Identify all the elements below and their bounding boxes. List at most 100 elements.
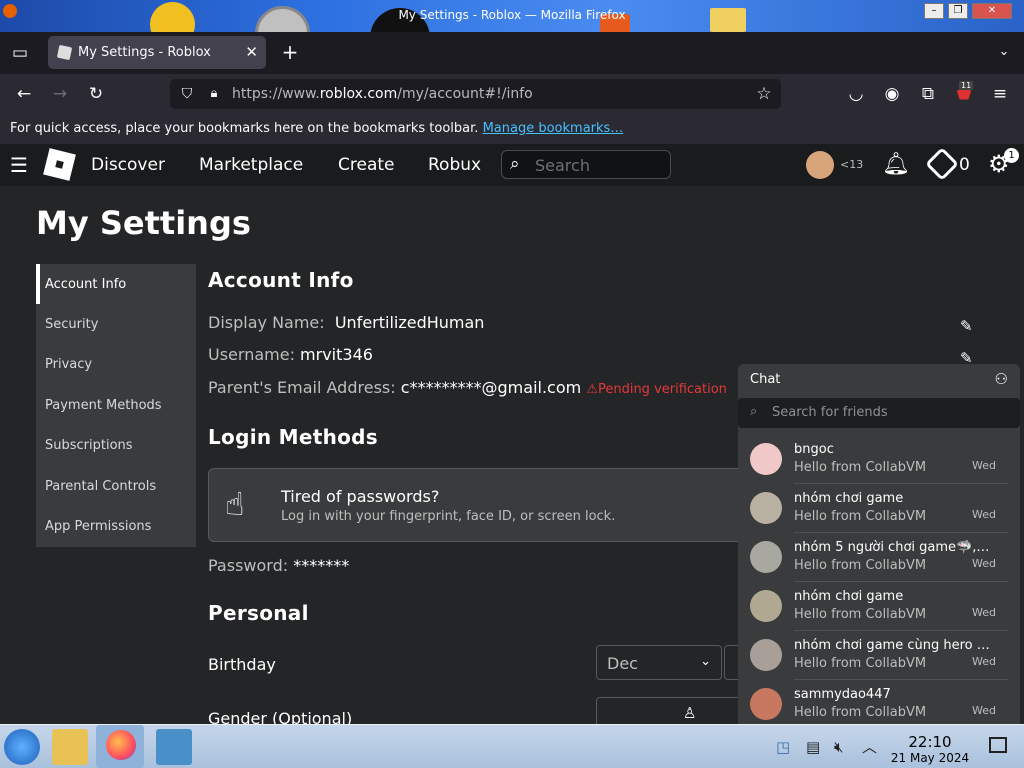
tab-bar: ▭ My Settings - Roblox ✕ + ⌄ <box>0 32 1024 74</box>
page-title: My Settings <box>36 204 251 242</box>
personal-heading: Personal <box>208 601 309 625</box>
app-menu-icon[interactable]: ≡ <box>989 85 1011 103</box>
file-explorer-icon[interactable] <box>52 729 88 765</box>
avatar[interactable] <box>806 151 834 179</box>
group-avatar <box>750 541 782 573</box>
birthday-month-value: Dec <box>607 654 638 673</box>
maximize-button[interactable]: ❐ <box>948 3 968 19</box>
back-button[interactable]: ← <box>13 85 35 103</box>
nav-create[interactable]: Create <box>338 155 395 175</box>
bookmark-star-icon[interactable]: ☆ <box>753 85 775 103</box>
clock[interactable]: 22:10 21 May 2024 <box>880 733 980 765</box>
close-window-button[interactable]: ✕ <box>972 3 1012 19</box>
forward-button[interactable]: → <box>49 85 71 103</box>
chat-item[interactable]: sammydao447 Hello from CollabVM Wed <box>738 680 1020 724</box>
control-panel-icon[interactable] <box>156 729 192 765</box>
chat-search-placeholder: Search for friends <box>772 405 888 420</box>
settings-badge: 1 <box>1004 148 1019 163</box>
roblox-search-input[interactable]: ⌕ Search <box>501 150 671 179</box>
roblox-logo-icon[interactable] <box>43 148 76 181</box>
window-titlebar: My Settings - Roblox — Mozilla Firefox –… <box>0 0 1024 32</box>
roblox-favicon-icon <box>56 44 73 61</box>
chat-panel: Chat ⚇ ⌕ Search for friends bngoc Hello … <box>738 364 1020 724</box>
group-avatar <box>750 590 782 622</box>
search-icon: ⌕ <box>510 154 520 174</box>
clipboard-icon[interactable]: ▤ <box>806 738 820 756</box>
menu-item-privacy[interactable]: Privacy <box>45 357 92 372</box>
menu-item-app-permissions[interactable]: App Permissions <box>45 519 151 534</box>
lock-icon[interactable]: 🔒︎ <box>203 85 225 103</box>
manage-bookmarks-link[interactable]: Manage bookmarks… <box>483 121 624 136</box>
chat-item[interactable]: nhóm chơi game Hello from CollabVM Wed <box>738 582 1020 631</box>
clock-time: 22:10 <box>908 733 952 751</box>
network-icon[interactable]: ◳ <box>776 738 790 756</box>
passkey-prompt[interactable]: ☝ Tired of passwords? Log in with your f… <box>208 468 768 542</box>
birthday-month-select[interactable]: Dec ⌄ <box>596 645 722 680</box>
bookmarks-message: For quick access, place your bookmarks h… <box>10 121 624 136</box>
menu-item-security[interactable]: Security <box>45 317 98 332</box>
chevron-up-icon[interactable]: ︿ <box>862 736 877 757</box>
notifications-bell-icon[interactable]: 🔔︎ <box>882 152 910 177</box>
start-button[interactable] <box>4 729 40 765</box>
search-icon: ⌕ <box>750 404 758 419</box>
menu-item-parental-controls[interactable]: Parental Controls <box>45 479 156 494</box>
account-icon[interactable]: ◉ <box>881 85 903 103</box>
firefox-view-icon[interactable]: ▭ <box>9 44 31 62</box>
login-methods-heading: Login Methods <box>208 425 378 449</box>
group-avatar <box>750 492 782 524</box>
volume-muted-icon[interactable]: 🔇︎ <box>834 738 843 756</box>
url-bar[interactable]: ⛉ 🔒︎ https://www.roblox.com/my/account#!… <box>170 79 781 109</box>
chat-item[interactable]: nhóm chơi game cùng hero te... Hello fro… <box>738 631 1020 680</box>
avatar <box>750 443 782 475</box>
close-tab-icon[interactable]: ✕ <box>245 43 258 61</box>
email-status: Pending verification <box>597 382 727 397</box>
tab-my-settings[interactable]: My Settings - Roblox ✕ <box>48 36 266 69</box>
menu-item-account-info[interactable]: Account Info <box>45 277 126 292</box>
passkey-subtitle: Log in with your fingerprint, face ID, o… <box>281 509 616 524</box>
chat-item[interactable]: bngoc Hello from CollabVM Wed <box>738 435 1020 484</box>
account-info-heading: Account Info <box>208 268 354 292</box>
extension-badge: 11 <box>959 81 974 90</box>
password-row: Password: ******* <box>208 556 350 575</box>
reload-button[interactable]: ↻ <box>85 85 107 103</box>
window-title: My Settings - Roblox — Mozilla Firefox <box>398 8 626 22</box>
warning-icon: ⚠ <box>586 382 598 397</box>
hamburger-menu-icon[interactable]: ☰ <box>10 153 28 177</box>
taskbar: ◳ ▤ 🔇︎ ︿ 22:10 21 May 2024 <box>0 724 1024 768</box>
bookmarks-toolbar: For quick access, place your bookmarks h… <box>0 116 1024 144</box>
chat-item[interactable]: nhóm 5 người chơi game🦈,🐺,... Hello from… <box>738 533 1020 582</box>
chat-title: Chat <box>750 372 781 387</box>
extensions-icon[interactable]: ⧉ <box>917 85 939 103</box>
add-friends-icon[interactable]: ⚇ <box>995 370 1008 388</box>
notifications-icon[interactable] <box>989 737 1007 753</box>
robux-icon[interactable] <box>925 147 959 181</box>
minimize-button[interactable]: – <box>924 3 944 19</box>
list-all-tabs-icon[interactable]: ⌄ <box>993 43 1015 61</box>
menu-item-subscriptions[interactable]: Subscriptions <box>45 438 133 453</box>
avatar <box>750 688 782 720</box>
age-label: <13 <box>840 158 864 171</box>
chat-search-input[interactable]: ⌕ Search for friends <box>738 398 1020 428</box>
shield-icon[interactable]: ⛉ <box>176 85 198 103</box>
menu-item-payment-methods[interactable]: Payment Methods <box>45 398 162 413</box>
nav-robux[interactable]: Robux <box>428 155 481 175</box>
robux-count: 0 <box>959 155 970 175</box>
display-name-value: UnfertilizedHuman <box>334 313 485 332</box>
edit-display-name-icon[interactable]: ✎ <box>960 317 973 335</box>
roblox-header: ☰ Discover Marketplace Create Robux ⌕ Se… <box>0 144 1024 186</box>
new-tab-button[interactable]: + <box>279 42 301 62</box>
url-text[interactable]: https://www.roblox.com/my/account#!/info <box>232 86 533 102</box>
username-row: Username: mrvit346 <box>208 345 373 364</box>
nav-marketplace[interactable]: Marketplace <box>199 155 303 175</box>
taskbar-firefox-button[interactable] <box>96 725 144 768</box>
username-value: mrvit346 <box>300 345 373 364</box>
firefox-icon <box>106 730 136 760</box>
group-avatar <box>750 639 782 671</box>
active-indicator <box>36 264 40 304</box>
nav-discover[interactable]: Discover <box>91 155 165 175</box>
clock-date: 21 May 2024 <box>890 751 970 765</box>
fingerprint-key-icon: ☝ <box>225 485 245 523</box>
chat-item[interactable]: nhóm chơi game Hello from CollabVM Wed <box>738 484 1020 533</box>
settings-side-menu: Account Info Security Privacy Payment Me… <box>36 264 196 547</box>
pocket-icon[interactable]: ◡ <box>845 85 867 103</box>
